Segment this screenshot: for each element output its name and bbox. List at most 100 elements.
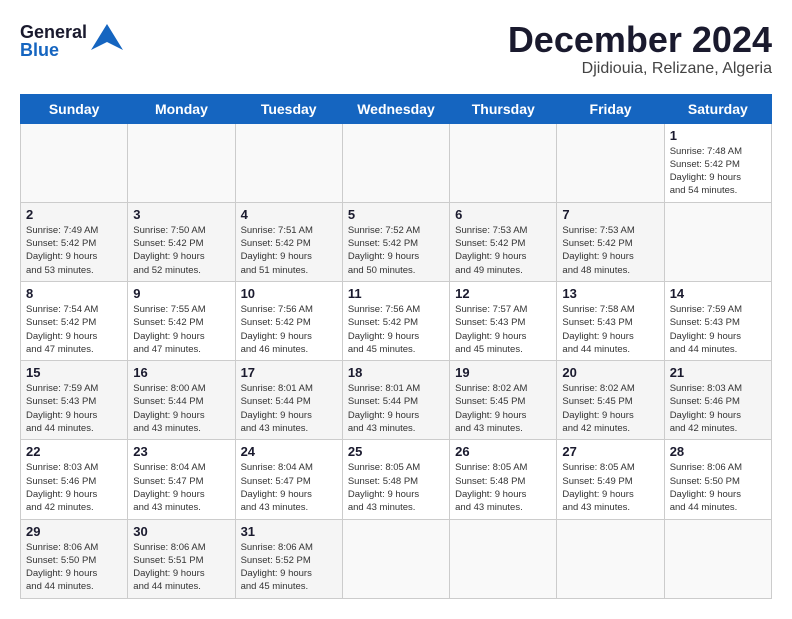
day-number: 14 [670, 286, 766, 301]
daylight-text: Daylight: 9 hours [241, 489, 312, 500]
day-info: Sunrise: 8:06 AMSunset: 5:51 PMDaylight:… [133, 541, 229, 594]
daylight-minutes-text: and 44 minutes. [670, 344, 738, 355]
calendar-week-row: 22 Sunrise: 8:03 AM Sunset: 5:46 PM Dayligh… [21, 440, 772, 519]
sunrise-text: Sunrise: 7:51 AM [241, 225, 313, 236]
day-number: 9 [133, 286, 229, 301]
sunset-text: Sunset: 5:42 PM [670, 159, 740, 170]
calendar-day-cell [664, 202, 771, 281]
day-info: Sunrise: 8:05 AMSunset: 5:48 PMDaylight:… [348, 461, 444, 514]
day-of-week-header: Thursday [450, 94, 557, 123]
daylight-text: Daylight: 9 hours [348, 410, 419, 421]
day-info: Sunrise: 8:04 AMSunset: 5:47 PMDaylight:… [241, 461, 337, 514]
calendar-day-cell: 29 Sunrise: 8:06 AMSunset: 5:50 PMDayligh… [21, 519, 128, 598]
calendar-day-cell: 28Sunrise: 8:06 AMSunset: 5:50 PMDayligh… [664, 440, 771, 519]
sunrise-text: Sunrise: 8:06 AM [670, 462, 742, 473]
sunrise-text: Sunrise: 7:53 AM [562, 225, 634, 236]
day-number: 20 [562, 365, 658, 380]
day-info: Sunrise: 8:06 AMSunset: 5:50 PMDaylight:… [26, 541, 122, 594]
day-number: 13 [562, 286, 658, 301]
sunset-text: Sunset: 5:47 PM [241, 476, 311, 487]
sunrise-text: Sunrise: 8:03 AM [670, 383, 742, 394]
calendar-day-cell: 22Sunrise: 8:03 AMSunset: 5:46 PMDayligh… [21, 440, 128, 519]
calendar-day-cell: 8Sunrise: 7:54 AMSunset: 5:42 PMDaylight… [21, 281, 128, 360]
daylight-text: Daylight: 9 hours [455, 489, 526, 500]
logo-bird-icon [89, 20, 125, 61]
sunrise-text: Sunrise: 8:01 AM [241, 383, 313, 394]
title-area: December 2024 Djidiouia, Relizane, Alger… [508, 20, 772, 78]
daylight-minutes-text: and 43 minutes. [455, 423, 523, 434]
calendar-week-row: 29 Sunrise: 8:06 AMSunset: 5:50 PMDayligh… [21, 519, 772, 598]
day-info: Sunrise: 7:58 AMSunset: 5:43 PMDaylight:… [562, 303, 658, 356]
day-number: 22 [26, 444, 122, 459]
sunset-text: Sunset: 5:50 PM [670, 476, 740, 487]
sunrise-text: Sunrise: 8:05 AM [455, 462, 527, 473]
daylight-text: Daylight: 9 hours [26, 410, 97, 421]
calendar-day-cell: 7Sunrise: 7:53 AMSunset: 5:42 PMDaylight… [557, 202, 664, 281]
day-info: Sunrise: 8:06 AMSunset: 5:50 PMDaylight:… [670, 461, 766, 514]
calendar-day-cell: 15Sunrise: 7:59 AMSunset: 5:43 PMDayligh… [21, 361, 128, 440]
day-number: 17 [241, 365, 337, 380]
day-info: Sunrise: 7:51 AMSunset: 5:42 PMDaylight:… [241, 224, 337, 277]
calendar-day-cell: 26Sunrise: 8:05 AMSunset: 5:48 PMDayligh… [450, 440, 557, 519]
daylight-text: Daylight: 9 hours [455, 331, 526, 342]
day-number: 28 [670, 444, 766, 459]
sunset-text: Sunset: 5:49 PM [562, 476, 632, 487]
day-number: 16 [133, 365, 229, 380]
daylight-text: Daylight: 9 hours [670, 172, 741, 183]
daylight-minutes-text: and 43 minutes. [562, 502, 630, 513]
sunrise-text: Sunrise: 8:03 AM [26, 462, 98, 473]
calendar-day-cell [342, 123, 449, 202]
daylight-minutes-text: and 43 minutes. [133, 502, 201, 513]
calendar-day-cell: 3Sunrise: 7:50 AMSunset: 5:42 PMDaylight… [128, 202, 235, 281]
daylight-minutes-text: and 43 minutes. [348, 502, 416, 513]
daylight-text: Daylight: 9 hours [133, 251, 204, 262]
calendar-week-row: 15Sunrise: 7:59 AMSunset: 5:43 PMDayligh… [21, 361, 772, 440]
day-number: 29 [26, 524, 122, 539]
day-number: 5 [348, 207, 444, 222]
sunset-text: Sunset: 5:44 PM [241, 396, 311, 407]
daylight-minutes-text: and 52 minutes. [133, 265, 201, 276]
sunset-text: Sunset: 5:44 PM [348, 396, 418, 407]
calendar-day-cell: 5Sunrise: 7:52 AMSunset: 5:42 PMDaylight… [342, 202, 449, 281]
day-number: 1 [670, 128, 766, 143]
daylight-text: Daylight: 9 hours [241, 331, 312, 342]
day-info: Sunrise: 8:01 AMSunset: 5:44 PMDaylight:… [348, 382, 444, 435]
calendar-subtitle: Djidiouia, Relizane, Algeria [508, 60, 772, 78]
day-number: 26 [455, 444, 551, 459]
day-info: Sunrise: 8:05 AMSunset: 5:49 PMDaylight:… [562, 461, 658, 514]
calendar-week-row: 2Sunrise: 7:49 AMSunset: 5:42 PMDaylight… [21, 202, 772, 281]
day-number: 21 [670, 365, 766, 380]
calendar-title: December 2024 [508, 20, 772, 60]
day-info: Sunrise: 7:55 AMSunset: 5:42 PMDaylight:… [133, 303, 229, 356]
sunrise-text: Sunrise: 8:04 AM [133, 462, 205, 473]
day-info: Sunrise: 8:02 AMSunset: 5:45 PMDaylight:… [562, 382, 658, 435]
sunrise-text: Sunrise: 8:02 AM [455, 383, 527, 394]
calendar-day-cell [128, 123, 235, 202]
day-number: 24 [241, 444, 337, 459]
day-number: 12 [455, 286, 551, 301]
calendar-day-cell [664, 519, 771, 598]
daylight-text: Daylight: 9 hours [133, 568, 204, 579]
day-number: 25 [348, 444, 444, 459]
day-number: 10 [241, 286, 337, 301]
daylight-minutes-text: and 48 minutes. [562, 265, 630, 276]
day-of-week-header: Monday [128, 94, 235, 123]
calendar-day-cell: 18Sunrise: 8:01 AMSunset: 5:44 PMDayligh… [342, 361, 449, 440]
sunset-text: Sunset: 5:42 PM [455, 238, 525, 249]
day-info: Sunrise: 7:50 AMSunset: 5:42 PMDaylight:… [133, 224, 229, 277]
sunset-text: Sunset: 5:45 PM [562, 396, 632, 407]
calendar-day-cell [21, 123, 128, 202]
calendar-day-cell: 12Sunrise: 7:57 AMSunset: 5:43 PMDayligh… [450, 281, 557, 360]
calendar-day-cell: 10Sunrise: 7:56 AMSunset: 5:42 PMDayligh… [235, 281, 342, 360]
calendar-day-cell: 13 Sunrise: 7:58 AMSunset: 5:43 PMDayligh… [557, 281, 664, 360]
day-of-week-header: Saturday [664, 94, 771, 123]
day-info: Sunrise: 7:48 AMSunset: 5:42 PMDaylight:… [670, 145, 766, 198]
calendar-day-cell: 27Sunrise: 8:05 AMSunset: 5:49 PMDayligh… [557, 440, 664, 519]
calendar-week-row: 1 Sunrise: 7:48 AMSunset: 5:42 PMDaylight… [21, 123, 772, 202]
daylight-text: Daylight: 9 hours [241, 410, 312, 421]
logo: General Blue [20, 20, 125, 61]
sunset-text: Sunset: 5:46 PM [26, 476, 96, 487]
daylight-text: Daylight: 9 hours [455, 410, 526, 421]
sunrise-text: Sunrise: 7:50 AM [133, 225, 205, 236]
sunset-text: Sunset: 5:44 PM [133, 396, 203, 407]
